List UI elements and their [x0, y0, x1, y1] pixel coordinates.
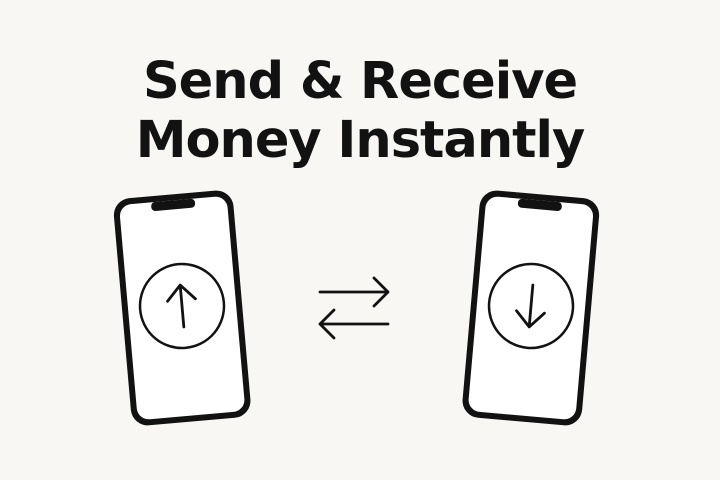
- hero-banner: Send & Receive Money Instantly: [0, 0, 720, 480]
- receive-phone: [462, 190, 600, 426]
- send-phone: [113, 190, 251, 426]
- illustration: [113, 190, 600, 426]
- swap-horizontal-arrows-icon: [318, 276, 390, 340]
